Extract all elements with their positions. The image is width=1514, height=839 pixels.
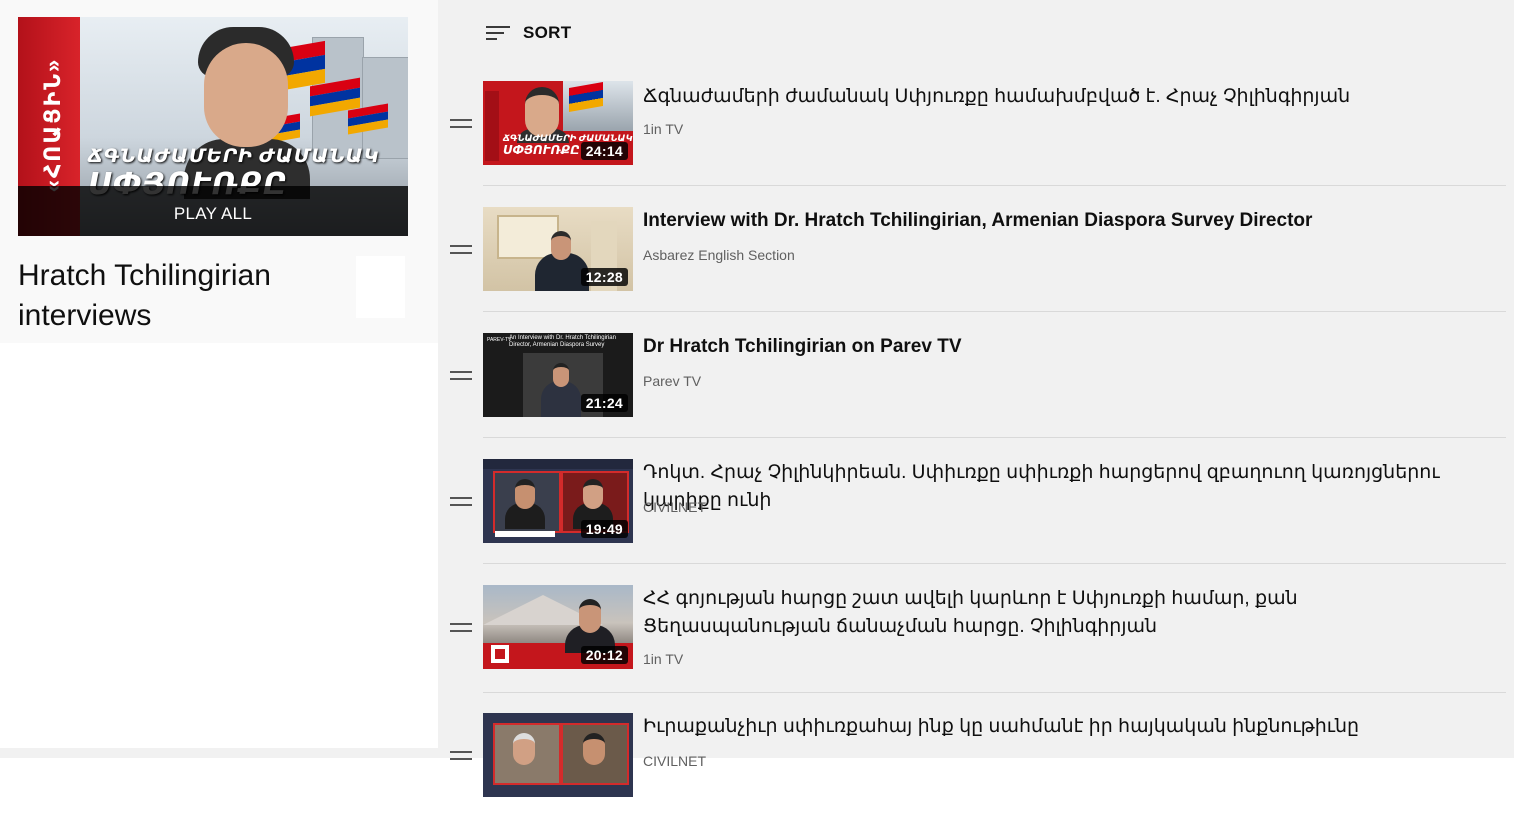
drag-handle-icon[interactable] bbox=[450, 494, 472, 508]
left-bottom-strip bbox=[0, 748, 438, 758]
play-all-button[interactable]: PLAY ALL bbox=[18, 204, 408, 224]
duration-badge: 20:12 bbox=[580, 646, 628, 664]
playlist-title: Hratch Tchilingirian interviews bbox=[18, 259, 271, 332]
playlist-title-edit-box[interactable] bbox=[356, 256, 405, 318]
playlist-video-row[interactable]: PAREV-TV An Interview with Dr. Hratch Tc… bbox=[438, 333, 1514, 459]
video-thumbnail[interactable] bbox=[483, 713, 633, 797]
video-thumbnail[interactable]: 19:49 bbox=[483, 459, 633, 543]
video-title[interactable]: Interview with Dr. Hratch Tchilingirian,… bbox=[643, 207, 1508, 235]
drag-handle-icon[interactable] bbox=[450, 242, 472, 256]
drag-handle-icon[interactable] bbox=[450, 748, 472, 762]
channel-name[interactable]: Parev TV bbox=[643, 373, 701, 389]
playlist-video-row[interactable]: ՃԳՆԱԺԱՄԵՐԻ ԺԱՄԱՆԱԿ ՍՓՅՈՒՌՔԸ 24:14 Ճգնաժա… bbox=[438, 81, 1514, 207]
duration-badge: 12:28 bbox=[580, 268, 628, 286]
hero-brand-text: «ՀՈԱՑԻՆ» bbox=[40, 57, 65, 193]
drag-handle-icon[interactable] bbox=[450, 116, 472, 130]
playlist-video-row[interactable]: 19:49 Դոկտ. Հրաչ Չիլինկիրեան. Սփիւռքը սփ… bbox=[438, 459, 1514, 585]
channel-name[interactable]: 1in TV bbox=[643, 651, 683, 667]
row-divider bbox=[483, 311, 1506, 312]
duration-badge: 21:24 bbox=[580, 394, 628, 412]
hero-headline-line1: ՃԳՆԱԺԱՄԵՐԻ ԺԱՄԱՆԱԿ bbox=[88, 146, 380, 167]
row-divider bbox=[483, 185, 1506, 186]
playlist-video-row[interactable]: Իւրաքանչիւր սփիւռքահայ ինք կը սահմանէ իր… bbox=[438, 713, 1514, 839]
video-title[interactable]: Dr Hratch Tchilingirian on Parev TV bbox=[643, 333, 1508, 361]
sort-icon bbox=[486, 23, 510, 43]
row-divider bbox=[483, 437, 1506, 438]
video-title[interactable]: Դոկտ. Հրաչ Չիլինկիրեան. Սփիւռքը սփիւռքի … bbox=[643, 459, 1508, 515]
sort-label: SORT bbox=[523, 23, 572, 42]
channel-name[interactable]: CIVILNET bbox=[643, 499, 706, 515]
channel-name[interactable]: CIVILNET bbox=[643, 753, 706, 769]
drag-handle-icon[interactable] bbox=[450, 620, 472, 634]
video-title[interactable]: Ճգնաժամերի ժամանակ Սփյուռքը համախմբված է… bbox=[643, 83, 1508, 111]
video-thumbnail[interactable]: PAREV-TV An Interview with Dr. Hratch Tc… bbox=[483, 333, 633, 417]
video-thumbnail[interactable]: 20:12 bbox=[483, 585, 633, 669]
video-title[interactable]: ՀՀ գոյության հարցը շատ ավելի կարևոր է Սփ… bbox=[643, 585, 1443, 641]
playlist-video-list: SORT ՃԳՆԱԺԱՄԵՐԻ ԺԱՄԱՆԱԿ ՍՓՅՈՒՌՔԸ 24:14 Ճ… bbox=[438, 0, 1514, 797]
video-thumbnail[interactable]: ՃԳՆԱԺԱՄԵՐԻ ԺԱՄԱՆԱԿ ՍՓՅՈՒՌՔԸ 24:14 bbox=[483, 81, 633, 165]
video-thumbnail[interactable]: 12:28 bbox=[483, 207, 633, 291]
sort-button[interactable]: SORT bbox=[486, 20, 571, 46]
playlist-video-row[interactable]: 12:28 Interview with Dr. Hratch Tchiling… bbox=[438, 207, 1514, 333]
row-divider bbox=[483, 692, 1506, 693]
channel-name[interactable]: Asbarez English Section bbox=[643, 247, 795, 263]
video-title[interactable]: Իւրաքանչիւր սփիւռքահայ ինք կը սահմանէ իր… bbox=[643, 713, 1508, 741]
duration-badge: 24:14 bbox=[580, 142, 628, 160]
channel-name[interactable]: 1in TV bbox=[643, 121, 683, 137]
duration-badge: 19:49 bbox=[580, 520, 628, 538]
thumbnail-text: ՍՓՅՈՒՌՔԸ bbox=[503, 143, 580, 157]
playlist-hero-thumbnail[interactable]: «ՀՈԱՑԻՆ» ՃԳՆԱԺԱՄԵՐԻ ԺԱՄԱՆԱԿ ՍՓՅՈՒՌՔԸ PLA… bbox=[18, 17, 408, 236]
playlist-header-panel: «ՀՈԱՑԻՆ» ՃԳՆԱԺԱՄԵՐԻ ԺԱՄԱՆԱԿ ՍՓՅՈՒՌՔԸ PLA… bbox=[0, 0, 438, 343]
thumbnail-channel-mark: PAREV-TV bbox=[487, 337, 512, 343]
drag-handle-icon[interactable] bbox=[450, 368, 472, 382]
thumbnail-text: An Interview with Dr. Hratch Tchilingiri… bbox=[509, 335, 616, 348]
row-divider bbox=[483, 563, 1506, 564]
